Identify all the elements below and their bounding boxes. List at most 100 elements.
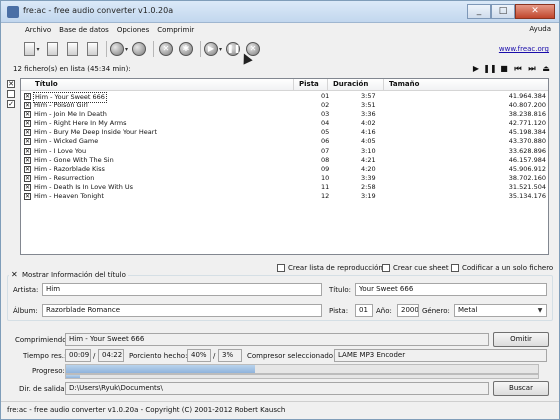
cell-size: 45.906.912 bbox=[508, 164, 546, 173]
track-field[interactable]: 01 bbox=[355, 304, 373, 317]
window-title: fre:ac - free audio converter v1.0.20a bbox=[23, 6, 174, 15]
table-row[interactable]: ✕ Him - Join Me In Death 03 3:36 38.238.816 bbox=[21, 110, 548, 119]
browse-button[interactable]: Buscar bbox=[493, 381, 549, 396]
maximize-button[interactable]: □ bbox=[491, 4, 515, 19]
percent-total: 3% bbox=[218, 349, 242, 362]
table-row[interactable]: ✕ Him - I Love You 07 3:10 33.628.896 bbox=[21, 147, 548, 156]
add-files-button[interactable]: ▾ bbox=[23, 40, 41, 58]
table-row[interactable]: ✕ Him - Wicked Game 06 4:05 43.370.880 bbox=[21, 137, 548, 146]
start-encoding-button[interactable]: ▶ ▾ bbox=[204, 40, 222, 58]
cddb-submit-button[interactable] bbox=[130, 40, 148, 58]
progress-label: Progreso: bbox=[32, 367, 65, 375]
table-row[interactable]: ✕ Him - Gone With The Sin 08 4:21 46.157.984 bbox=[21, 156, 548, 165]
cell-size: 35.134.176 bbox=[508, 192, 546, 201]
single-file-option[interactable]: Codificar a un solo fichero bbox=[451, 263, 553, 273]
stop-icon[interactable]: ■ bbox=[497, 64, 511, 74]
column-duration[interactable]: Duración bbox=[333, 80, 368, 88]
skip-button[interactable]: Omitir bbox=[493, 332, 549, 347]
chevron-down-icon: ▾ bbox=[218, 45, 222, 53]
table-row[interactable]: ✕ Him - Right Here In My Arms 04 4:02 42.771… bbox=[21, 119, 548, 128]
encoder-config-button[interactable]: ✱ bbox=[177, 40, 195, 58]
cell-track: 01 bbox=[321, 92, 330, 100]
cell-title: Him - Heaven Tonight bbox=[34, 192, 104, 201]
invert-selection-checkbox[interactable]: ✓ bbox=[7, 100, 15, 108]
row-checkbox[interactable]: ✕ bbox=[24, 129, 31, 137]
row-checkbox[interactable]: ✕ bbox=[24, 183, 31, 191]
row-checkbox[interactable]: ✕ bbox=[24, 93, 31, 100]
menu-base-de-datos[interactable]: Base de datos bbox=[59, 26, 109, 34]
row-checkbox[interactable]: ✕ bbox=[24, 102, 31, 110]
create-cue-option[interactable]: Crear cue sheet bbox=[382, 263, 449, 273]
menu-archivo[interactable]: Archivo bbox=[25, 26, 51, 34]
row-checkbox[interactable]: ✕ bbox=[24, 174, 31, 182]
status-bar: fre:ac - free audio converter v1.0.20a -… bbox=[1, 401, 559, 419]
eject-icon[interactable]: ⏏ bbox=[539, 64, 553, 74]
menu-comprimir[interactable]: Comprimir bbox=[157, 26, 194, 34]
file-info-button[interactable] bbox=[63, 40, 81, 58]
close-button[interactable]: ✕ bbox=[515, 4, 555, 19]
cell-track: 12 bbox=[321, 192, 330, 201]
file-count: 12 fichero(s) en lista (45:34 min): bbox=[13, 65, 131, 73]
table-row[interactable]: ✕ Him - Death Is In Love With Us 11 2:58 31.… bbox=[21, 183, 548, 192]
cddb-query-button[interactable]: ▾ bbox=[110, 40, 128, 58]
menu-opciones[interactable]: Opciones bbox=[117, 26, 149, 34]
row-checkbox[interactable]: ✕ bbox=[24, 120, 31, 128]
menu-ayuda[interactable]: Ayuda bbox=[529, 25, 551, 33]
column-track[interactable]: Pista bbox=[299, 80, 319, 88]
output-dir-field[interactable]: D:\Users\Ryuk\Documents\ bbox=[65, 382, 489, 395]
play-icon[interactable]: ▶ bbox=[469, 64, 483, 74]
row-checkbox[interactable]: ✕ bbox=[24, 111, 31, 119]
cell-track: 02 bbox=[321, 101, 330, 110]
file-list[interactable]: Título Pista Duración Tamaño ✕ Him - Your… bbox=[20, 78, 549, 255]
clear-list-icon bbox=[86, 42, 98, 56]
column-size[interactable]: Tamaño bbox=[389, 80, 419, 88]
next-icon[interactable]: ⏭ bbox=[525, 64, 539, 74]
cell-title: Him - Join Me In Death bbox=[34, 110, 107, 119]
artist-label: Artista: bbox=[13, 286, 39, 294]
genre-select[interactable]: Metal ▼ bbox=[454, 304, 547, 317]
select-all-checkbox[interactable]: ✕ bbox=[7, 80, 15, 88]
row-checkbox[interactable]: ✕ bbox=[24, 156, 31, 164]
cell-duration: 3:57 bbox=[361, 92, 376, 100]
column-title[interactable]: Título bbox=[35, 80, 58, 88]
year-label: Año: bbox=[376, 307, 392, 315]
table-row[interactable]: ✕ Him - Your Sweet 666 01 3:57 41.964.384 bbox=[21, 92, 548, 103]
row-checkbox[interactable]: ✕ bbox=[24, 138, 31, 146]
clear-list-button[interactable] bbox=[83, 40, 101, 58]
create-playlist-option[interactable]: Crear lista de reproducción bbox=[277, 263, 383, 273]
select-none-checkbox[interactable] bbox=[7, 90, 15, 98]
title-info-toggle[interactable]: ✕ Mostrar Información del título bbox=[9, 271, 128, 279]
title-info-toggle-label: Mostrar Información del título bbox=[22, 271, 126, 279]
table-row[interactable]: ✕ Him - Bury Me Deep Inside Your Heart 05 4… bbox=[21, 128, 548, 137]
collapse-icon[interactable]: ✕ bbox=[11, 271, 19, 279]
create-playlist-checkbox[interactable] bbox=[277, 264, 285, 272]
title-field[interactable]: Your Sweet 666 bbox=[355, 283, 547, 296]
time-label: Tiempo res.: bbox=[23, 352, 67, 360]
website-link[interactable]: www.freac.org bbox=[499, 45, 549, 53]
title-label: Título: bbox=[329, 286, 351, 294]
table-row[interactable]: ✕ Him - Poison Girl 02 3:51 40.807.200 bbox=[21, 101, 548, 110]
title-bar: fre:ac - free audio converter v1.0.20a _… bbox=[1, 1, 559, 23]
cell-size: 40.807.200 bbox=[508, 101, 546, 110]
cell-track: 09 bbox=[321, 164, 330, 173]
create-cue-checkbox[interactable] bbox=[382, 264, 390, 272]
row-checkbox[interactable]: ✕ bbox=[24, 147, 31, 155]
single-file-checkbox[interactable] bbox=[451, 264, 459, 272]
table-row[interactable]: ✕ Him - Razorblade Kiss 09 4:20 45.906.912 bbox=[21, 165, 548, 174]
row-checkbox[interactable]: ✕ bbox=[24, 193, 31, 201]
year-field[interactable]: 2000 bbox=[397, 304, 419, 317]
row-checkbox[interactable]: ✕ bbox=[24, 165, 31, 173]
previous-icon[interactable]: ⏮ bbox=[511, 64, 525, 74]
file-list-body: ✕ Him - Your Sweet 666 01 3:57 41.964.384 ✕ H… bbox=[21, 92, 548, 201]
toolbar-separator bbox=[106, 41, 107, 57]
artist-field[interactable]: Him bbox=[42, 283, 322, 296]
minimize-button[interactable]: _ bbox=[467, 4, 491, 19]
pause-icon[interactable]: ❚❚ bbox=[483, 64, 497, 74]
file-info-icon bbox=[66, 42, 78, 56]
remove-file-button[interactable] bbox=[43, 40, 61, 58]
table-row[interactable]: ✕ Him - Heaven Tonight 12 3:19 35.134.176 bbox=[21, 192, 548, 201]
album-field[interactable]: Razorblade Romance bbox=[42, 304, 322, 317]
cell-size: 45.198.384 bbox=[508, 128, 546, 137]
config-button[interactable]: ✕ bbox=[157, 40, 175, 58]
table-row[interactable]: ✕ Him - Resurrection 10 3:39 38.702.160 bbox=[21, 174, 548, 183]
